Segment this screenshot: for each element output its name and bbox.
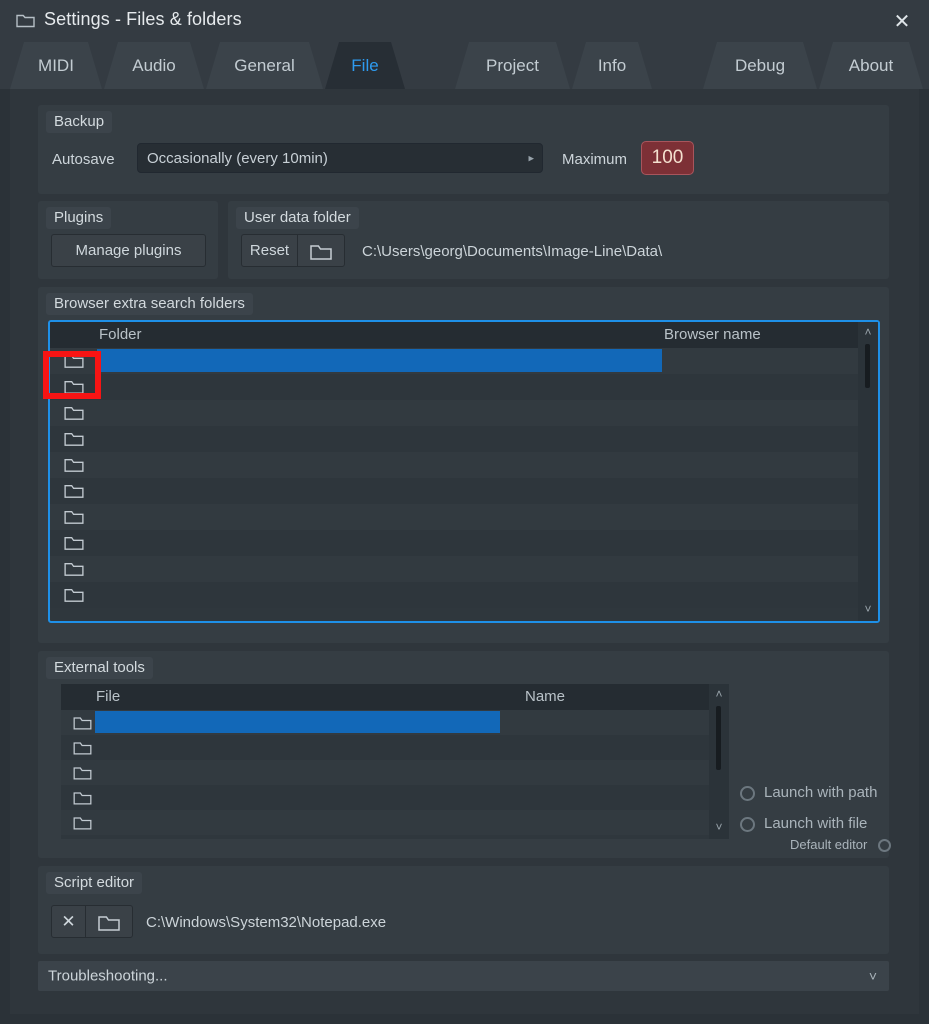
folder-icon[interactable] <box>73 715 92 730</box>
external-tools-list-header: File Name <box>61 684 729 710</box>
folder-icon[interactable] <box>64 405 84 421</box>
troubleshooting-label: Troubleshooting... <box>48 968 168 985</box>
scroll-down-icon[interactable]: ˅ <box>858 601 878 617</box>
browse-user-data-folder-button[interactable] <box>297 234 345 267</box>
group-browser-extra-search-folders: Browser extra search folders Folder Brow… <box>38 287 889 643</box>
group-plugins: Plugins Manage plugins <box>38 201 218 279</box>
autosave-value: Occasionally (every 10min) <box>147 144 328 172</box>
title-bar: Settings - Files & folders ✕ <box>0 0 929 42</box>
table-row[interactable] <box>50 530 878 556</box>
maximum-value-field[interactable]: 100 <box>641 141 694 175</box>
folder-icon[interactable] <box>64 431 84 447</box>
browse-script-editor-button[interactable] <box>85 905 133 938</box>
tab-about[interactable]: About <box>819 42 923 89</box>
folder-icon[interactable] <box>73 740 92 755</box>
browser-folders-list[interactable]: Folder Browser name ˄ ˅ <box>48 320 880 623</box>
tab-file[interactable]: File <box>325 42 405 89</box>
tab-audio[interactable]: Audio <box>104 42 204 89</box>
group-user-data-folder-title: User data folder <box>236 207 359 229</box>
table-row[interactable] <box>50 504 878 530</box>
chevron-right-icon: ▸ <box>528 152 534 165</box>
column-header-name: Name <box>525 684 565 710</box>
tab-debug[interactable]: Debug <box>703 42 817 89</box>
group-backup-title: Backup <box>46 111 112 133</box>
radio-launch-with-file-label[interactable]: Launch with file <box>764 815 867 832</box>
folder-icon <box>16 12 35 28</box>
scrollbar-thumb[interactable] <box>865 344 870 388</box>
folder-icon[interactable] <box>73 790 92 805</box>
radio-launch-with-path-label[interactable]: Launch with path <box>764 784 877 801</box>
row-selection-highlight[interactable] <box>97 349 662 372</box>
radio-default-editor-label[interactable]: Default editor <box>790 837 867 852</box>
folder-icon[interactable] <box>64 353 84 369</box>
column-header-folder: Folder <box>99 322 142 348</box>
folder-icon[interactable] <box>64 587 84 603</box>
table-row[interactable] <box>50 582 878 608</box>
tab-project[interactable]: Project <box>455 42 570 89</box>
row-selection-highlight[interactable] <box>95 711 500 733</box>
autosave-select[interactable]: Occasionally (every 10min) ▸ <box>137 143 543 173</box>
table-row[interactable] <box>61 810 729 835</box>
scroll-up-icon[interactable]: ˄ <box>858 324 878 340</box>
column-header-file: File <box>96 684 120 710</box>
group-script-editor-title: Script editor <box>46 872 142 894</box>
folder-icon[interactable] <box>64 379 84 395</box>
scrollbar-thumb[interactable] <box>716 706 721 770</box>
table-row[interactable] <box>50 348 878 374</box>
tab-general[interactable]: General <box>206 42 323 89</box>
close-button[interactable]: ✕ <box>885 8 919 36</box>
tab-bar: MIDIAudioGeneralFile ProjectInfo DebugAbou… <box>0 42 929 89</box>
folder-icon[interactable] <box>64 483 84 499</box>
table-row[interactable] <box>61 735 729 760</box>
group-browser-folders-title: Browser extra search folders <box>46 293 253 315</box>
troubleshooting-bar[interactable]: Troubleshooting... ˅ <box>38 961 889 991</box>
maximum-label: Maximum <box>562 151 627 168</box>
table-row[interactable] <box>61 760 729 785</box>
clear-script-editor-button[interactable]: ✕ <box>51 905 86 938</box>
folder-icon[interactable] <box>73 765 92 780</box>
group-external-tools: External tools File Name ˄ ˅ Launch with… <box>38 651 889 858</box>
browser-folders-scrollbar[interactable]: ˄ ˅ <box>858 322 878 621</box>
external-tools-scrollbar[interactable]: ˄ ˅ <box>709 684 729 839</box>
external-tools-list[interactable]: File Name ˄ ˅ <box>61 684 729 839</box>
manage-plugins-button[interactable]: Manage plugins <box>51 234 206 267</box>
radio-launch-with-path[interactable] <box>740 786 755 801</box>
table-row[interactable] <box>50 426 878 452</box>
scroll-down-icon[interactable]: ˅ <box>709 819 729 835</box>
browser-folders-list-header: Folder Browser name <box>50 322 878 348</box>
folder-icon <box>98 914 120 932</box>
folder-icon[interactable] <box>64 509 84 525</box>
group-backup: Backup Autosave Occasionally (every 10mi… <box>38 105 889 194</box>
column-header-browser-name: Browser name <box>664 322 761 348</box>
tab-midi[interactable]: MIDI <box>10 42 102 89</box>
folder-icon <box>310 243 332 261</box>
group-script-editor: Script editor ✕ C:\Windows\System32\Note… <box>38 866 889 954</box>
tab-info[interactable]: Info <box>572 42 652 89</box>
folder-icon[interactable] <box>64 457 84 473</box>
folder-icon[interactable] <box>73 815 92 830</box>
folder-icon[interactable] <box>64 561 84 577</box>
autosave-label: Autosave <box>52 151 115 168</box>
script-editor-path: C:\Windows\System32\Notepad.exe <box>146 914 386 931</box>
radio-launch-with-file[interactable] <box>740 817 755 832</box>
chevron-down-icon: ˅ <box>869 968 877 984</box>
group-plugins-title: Plugins <box>46 207 111 229</box>
scroll-up-icon[interactable]: ˄ <box>709 686 729 702</box>
table-row[interactable] <box>61 710 729 735</box>
table-row[interactable] <box>50 478 878 504</box>
table-row[interactable] <box>61 785 729 810</box>
group-user-data-folder: User data folder Reset C:\Users\georg\Do… <box>228 201 889 279</box>
table-row[interactable] <box>50 400 878 426</box>
radio-default-editor[interactable] <box>878 839 891 852</box>
table-row[interactable] <box>50 374 878 400</box>
group-external-tools-title: External tools <box>46 657 153 679</box>
table-row[interactable] <box>50 452 878 478</box>
table-row[interactable] <box>50 556 878 582</box>
reset-user-data-folder-button[interactable]: Reset <box>241 234 298 267</box>
window-title: Settings - Files & folders <box>44 9 242 30</box>
user-data-folder-path: C:\Users\georg\Documents\Image-Line\Data… <box>362 243 662 260</box>
folder-icon[interactable] <box>64 535 84 551</box>
settings-panel: Backup Autosave Occasionally (every 10mi… <box>10 89 919 1014</box>
